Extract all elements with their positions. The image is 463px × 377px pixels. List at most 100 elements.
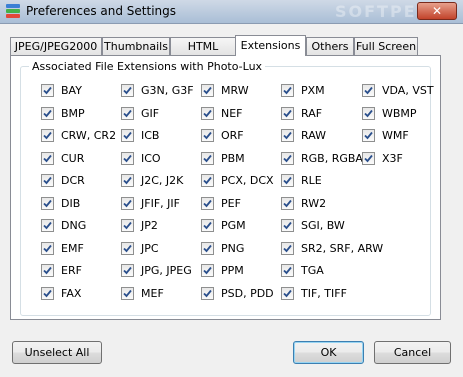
checkbox-box[interactable] [281, 264, 294, 277]
checkmark-icon [43, 86, 52, 95]
checkbox-box[interactable] [281, 84, 294, 97]
tab-full-screen[interactable]: Full Screen [354, 37, 418, 55]
extension-label: BMP [61, 106, 85, 120]
checkbox-box[interactable] [201, 264, 214, 277]
checkbox-box[interactable] [201, 286, 214, 300]
checkbox-box[interactable] [281, 129, 294, 142]
checkbox-box[interactable] [121, 129, 134, 142]
checkbox-box[interactable] [281, 196, 294, 210]
checkmark-icon [123, 176, 132, 185]
extension-label: PNG [221, 241, 245, 255]
checkbox-box[interactable] [201, 219, 214, 232]
extension-label: BAY [61, 84, 82, 97]
checkmark-icon [43, 154, 52, 162]
checkmark-icon [283, 244, 292, 252]
checkbox-box[interactable] [41, 286, 54, 300]
checkmark-icon [364, 131, 373, 140]
checkbox-box[interactable] [201, 196, 214, 210]
title-bar[interactable]: Preferences and Settings SOFTPEDIA ✕ [0, 0, 463, 24]
extension-label: MRW [221, 84, 249, 97]
checkmark-icon [43, 131, 52, 140]
extensions-panel: Associated File Extensions with Photo-Lu… [10, 55, 441, 320]
checkbox-box[interactable] [121, 106, 134, 120]
checkbox-box[interactable] [41, 264, 54, 277]
checkbox-box[interactable] [41, 196, 54, 210]
cancel-button[interactable]: Cancel [374, 341, 451, 364]
checkmark-icon [43, 289, 52, 297]
extension-label: MEF [141, 286, 164, 300]
checkmark-icon [283, 221, 292, 230]
checkmark-icon [203, 221, 212, 230]
checkbox-box[interactable] [121, 264, 134, 277]
ok-button[interactable]: OK [293, 341, 364, 364]
extension-label: RGB, RGBA [301, 151, 363, 165]
group-label: Associated File Extensions with Photo-Lu… [29, 60, 266, 73]
close-button[interactable]: ✕ [417, 2, 457, 20]
checkbox-box[interactable] [121, 286, 134, 300]
checkbox-box[interactable] [121, 151, 134, 165]
tab-thumbnails[interactable]: Thumbnails [102, 37, 170, 55]
checkbox-box[interactable] [41, 129, 54, 142]
extension-label: PGM [221, 219, 246, 232]
checkmark-icon [123, 244, 132, 252]
checkbox-box[interactable] [121, 241, 134, 255]
checkbox-box[interactable] [201, 84, 214, 97]
checkbox-box[interactable] [281, 106, 294, 120]
checkbox-box[interactable] [281, 151, 294, 165]
checkmark-icon [123, 289, 132, 297]
tab-html-album[interactable]: HTML Album [170, 37, 236, 70]
checkmark-icon [203, 131, 212, 140]
checkbox-box[interactable] [201, 151, 214, 165]
extension-label: GIF [141, 106, 160, 120]
extension-label: JPC [141, 241, 159, 255]
checkmark-icon [123, 221, 132, 230]
checkbox-box[interactable] [281, 241, 294, 255]
tab-label: Full Screen [355, 40, 417, 53]
checkbox-box[interactable] [281, 219, 294, 232]
extension-label: SR2, SRF, ARW [301, 241, 384, 255]
checkbox-box[interactable] [201, 174, 214, 187]
checkbox-box[interactable] [41, 106, 54, 120]
checkbox-box[interactable] [41, 174, 54, 187]
checkmark-icon [203, 86, 212, 95]
checkbox-box[interactable] [281, 174, 294, 187]
checkbox-box[interactable] [41, 241, 54, 255]
checkbox-box[interactable] [201, 106, 214, 120]
checkmark-icon [203, 266, 212, 275]
extension-label: JP2 [141, 219, 158, 232]
checkbox-box[interactable] [362, 151, 375, 165]
unselect-all-button[interactable]: Unselect All [12, 341, 102, 364]
checkbox-box[interactable] [362, 84, 375, 97]
checkmark-icon [43, 221, 52, 230]
checkbox-box[interactable] [41, 151, 54, 165]
extension-label: RAF [301, 106, 323, 120]
checkmark-icon [283, 289, 292, 297]
extension-label: DNG [61, 219, 87, 232]
checkmark-icon [283, 176, 292, 185]
checkmark-icon [283, 131, 292, 140]
checkbox-box[interactable] [41, 219, 54, 232]
checkmark-icon [203, 289, 212, 297]
tab-others[interactable]: Others [306, 37, 354, 55]
extension-label: PBM [221, 151, 245, 165]
checkmark-icon [123, 154, 132, 162]
checkbox-box[interactable] [201, 129, 214, 142]
checkbox-box[interactable] [201, 241, 214, 255]
extension-label: VDA, VST [382, 84, 434, 97]
extension-label: JPG, JPEG [141, 264, 192, 277]
checkbox-box[interactable] [121, 196, 134, 210]
tab-extensions[interactable]: Extensions [235, 35, 306, 56]
checkbox-box[interactable] [121, 84, 134, 97]
checkbox-box[interactable] [281, 286, 294, 300]
tab-jpeg[interactable]: JPEG/JPEG2000 [10, 37, 102, 55]
checkbox-box[interactable] [121, 174, 134, 187]
extension-label: X3F [382, 151, 403, 165]
checkmark-icon [364, 109, 373, 117]
extension-label: CRW, CR2 [61, 129, 117, 142]
checkbox-box[interactable] [121, 219, 134, 232]
checkbox-box[interactable] [362, 106, 375, 120]
checkbox-box[interactable] [362, 129, 375, 142]
checkmark-icon [123, 131, 132, 140]
extension-label: DIB [61, 196, 81, 210]
checkbox-box[interactable] [41, 84, 54, 97]
